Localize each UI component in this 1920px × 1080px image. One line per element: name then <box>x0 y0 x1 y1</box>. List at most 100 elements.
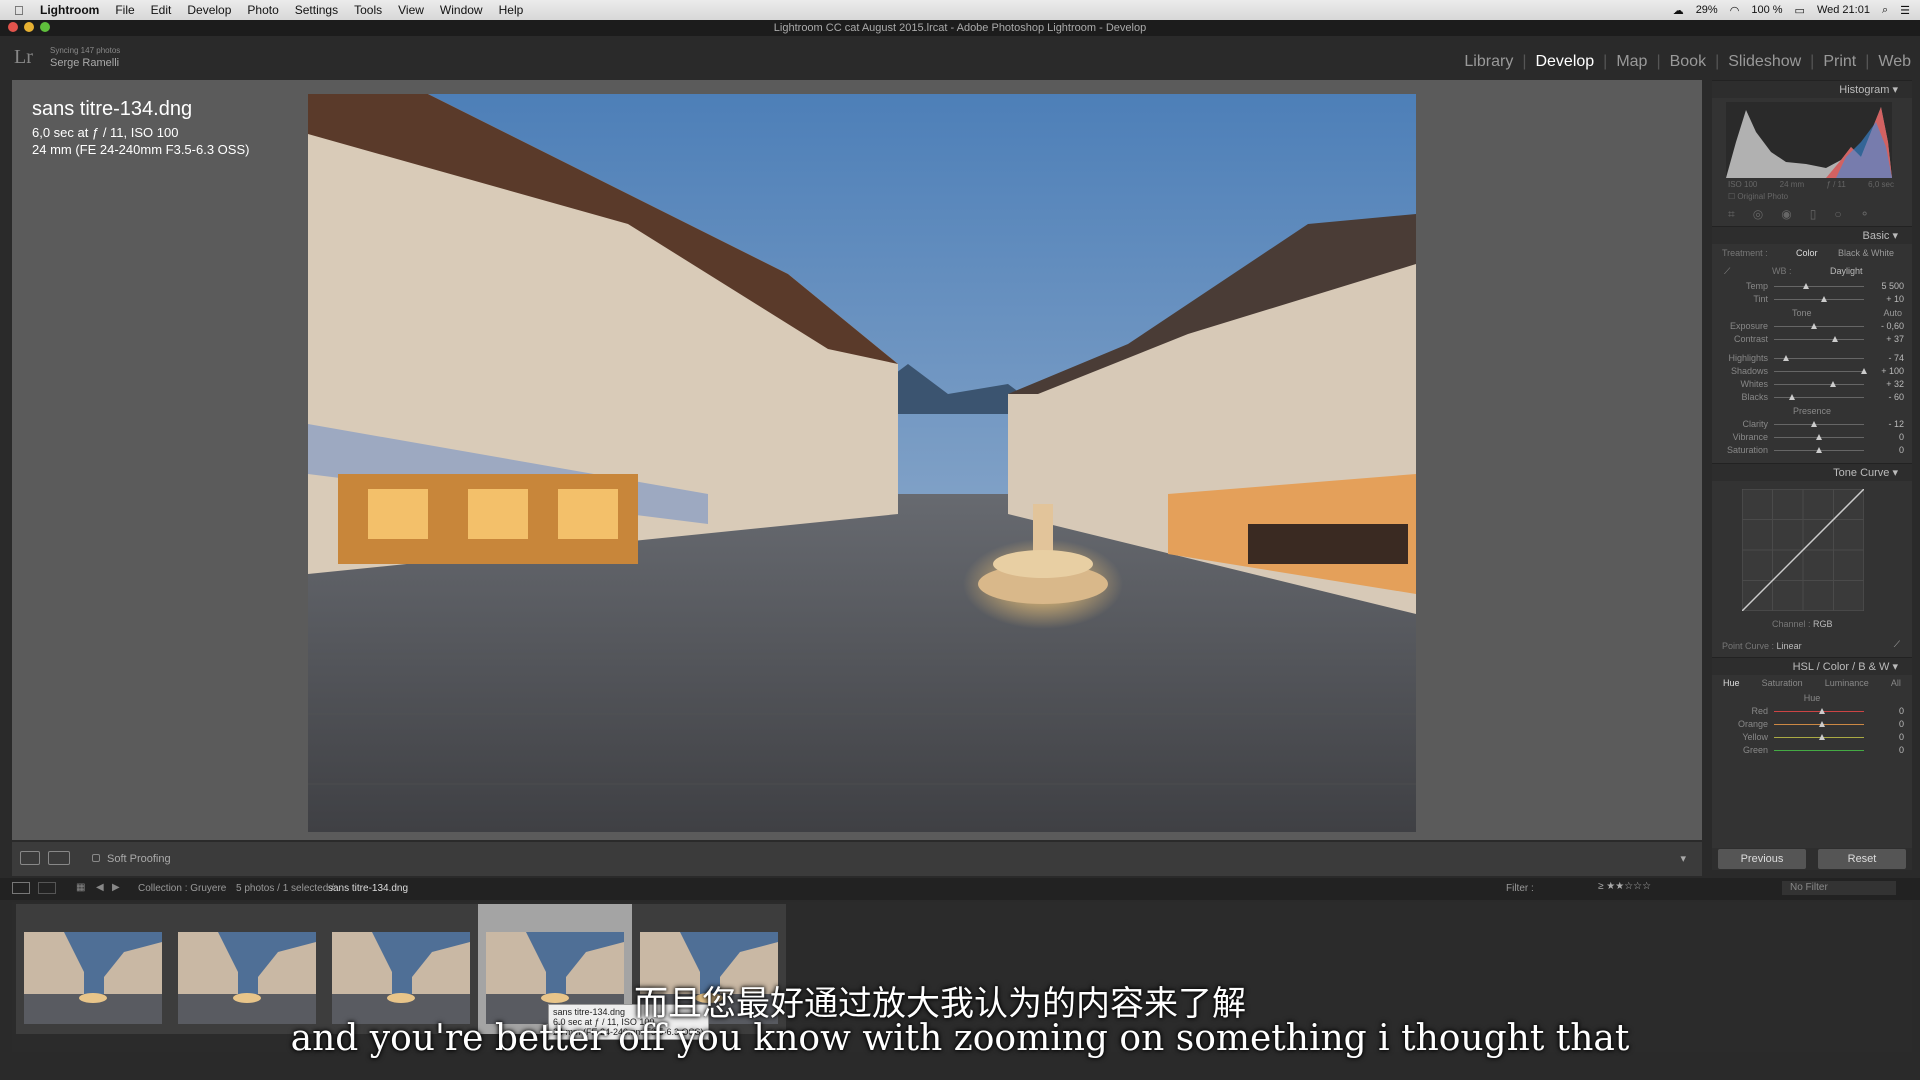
clarity-value[interactable]: - 12 <box>1888 418 1904 431</box>
slider-knob[interactable] <box>1819 721 1825 727</box>
hsl-title[interactable]: HSL <box>1793 661 1814 673</box>
shadows-slider[interactable]: Shadows + 100 <box>1712 365 1912 378</box>
hsl-tab-all[interactable]: All <box>1891 675 1901 691</box>
filter-preset-select[interactable]: No Filter <box>1782 881 1896 895</box>
rating-filter-stars-icon[interactable]: ≥ ★★☆☆☆ <box>1598 881 1651 892</box>
collection-name[interactable]: Collection : Gruyere <box>138 883 226 894</box>
module-develop[interactable]: Develop <box>1526 53 1603 71</box>
hsl-red-slider[interactable]: Red 0 <box>1712 705 1912 718</box>
menu-window[interactable]: Window <box>432 3 491 17</box>
bw-title[interactable]: B & W <box>1858 661 1889 673</box>
previous-button[interactable]: Previous <box>1718 849 1806 869</box>
second-window-icon[interactable] <box>38 882 56 894</box>
saturation-slider[interactable]: Saturation 0 <box>1712 444 1912 457</box>
selected-filename[interactable]: sans titre-134.dng <box>328 883 408 894</box>
module-web[interactable]: Web <box>1869 53 1920 71</box>
menu-edit[interactable]: Edit <box>143 3 180 17</box>
wb-preset-select[interactable]: Daylight <box>1830 262 1863 280</box>
red-eye-icon[interactable]: ◉ <box>1781 207 1791 221</box>
vibrance-slider[interactable]: Vibrance 0 <box>1712 431 1912 444</box>
hsl-red-value[interactable]: 0 <box>1899 705 1904 718</box>
slider-knob[interactable] <box>1789 394 1795 400</box>
slider-knob[interactable] <box>1819 734 1825 740</box>
radial-filter-icon[interactable]: ○ <box>1834 207 1841 221</box>
blacks-value[interactable]: - 60 <box>1888 391 1904 404</box>
slider-knob[interactable] <box>1819 708 1825 714</box>
back-arrow-icon[interactable]: ◀ <box>96 882 104 893</box>
highlights-value[interactable]: - 74 <box>1888 352 1904 365</box>
module-map[interactable]: Map <box>1607 53 1656 71</box>
hsl-orange-value[interactable]: 0 <box>1899 718 1904 731</box>
slider-knob[interactable] <box>1820 296 1827 302</box>
color-title[interactable]: Color <box>1823 661 1849 673</box>
graduated-filter-icon[interactable]: ▯ <box>1810 207 1817 221</box>
menu-app-name[interactable]: Lightroom <box>32 3 107 17</box>
tint-slider[interactable]: Tint + 10 <box>1712 293 1912 306</box>
basic-header[interactable]: Basic ▾ <box>1712 226 1912 244</box>
histogram-graph[interactable] <box>1726 102 1892 178</box>
sync-status[interactable]: Syncing 147 photos <box>50 46 120 55</box>
adjustment-brush-icon[interactable]: ⚬ <box>1860 207 1870 221</box>
develop-canvas[interactable]: sans titre-134.dng 6,0 sec at ƒ / 11, IS… <box>12 80 1702 840</box>
hsl-yellow-value[interactable]: 0 <box>1899 731 1904 744</box>
original-photo-checkbox[interactable]: ☐ Original Photo <box>1728 192 1788 201</box>
minimize-window-icon[interactable] <box>24 22 34 32</box>
module-slideshow[interactable]: Slideshow <box>1719 53 1810 71</box>
highlights-slider[interactable]: Highlights - 74 <box>1712 352 1912 365</box>
cloud-icon[interactable]: ☁ <box>1673 4 1684 17</box>
wifi-icon[interactable]: ◠ <box>1730 4 1740 17</box>
slider-knob[interactable] <box>1861 368 1867 374</box>
hsl-tab-hue[interactable]: Hue <box>1723 675 1740 691</box>
hsl-orange-slider[interactable]: Orange 0 <box>1712 718 1912 731</box>
battery-icon[interactable]: ▭ <box>1795 4 1805 17</box>
hsl-tab-luminance[interactable]: Luminance <box>1825 675 1869 691</box>
whites-slider[interactable]: Whites + 32 <box>1712 378 1912 391</box>
slider-knob[interactable] <box>1810 323 1817 329</box>
slider-knob[interactable] <box>1782 355 1789 361</box>
main-window-icon[interactable] <box>12 882 30 894</box>
menu-tools[interactable]: Tools <box>346 3 390 17</box>
tone-curve-graph[interactable] <box>1742 489 1864 611</box>
zoom-window-icon[interactable] <box>40 22 50 32</box>
auto-tone-button[interactable]: Auto <box>1883 306 1902 320</box>
reset-button[interactable]: Reset <box>1818 849 1906 869</box>
exposure-slider[interactable]: Exposure - 0,60 <box>1712 320 1912 333</box>
tint-value[interactable]: + 10 <box>1886 293 1904 306</box>
menu-settings[interactable]: Settings <box>287 3 346 17</box>
forward-arrow-icon[interactable]: ▶ <box>112 882 120 893</box>
module-book[interactable]: Book <box>1661 53 1715 71</box>
hsl-green-slider[interactable]: Green 0 <box>1712 744 1912 754</box>
contrast-value[interactable]: + 37 <box>1886 333 1904 346</box>
close-window-icon[interactable] <box>8 22 18 32</box>
saturation-value[interactable]: 0 <box>1899 444 1904 457</box>
contrast-slider[interactable]: Contrast + 37 <box>1712 333 1912 346</box>
treatment-color-button[interactable]: Color <box>1796 244 1818 262</box>
slider-knob[interactable] <box>1816 447 1822 453</box>
exposure-value[interactable]: - 0,60 <box>1881 320 1904 333</box>
loupe-view-icon[interactable] <box>20 851 40 865</box>
whites-value[interactable]: + 32 <box>1886 378 1904 391</box>
slider-knob[interactable] <box>1802 283 1809 289</box>
slider-knob[interactable] <box>1832 336 1839 342</box>
menu-view[interactable]: View <box>390 3 432 17</box>
slider-knob[interactable] <box>1810 421 1817 427</box>
clock[interactable]: Wed 21:01 <box>1817 4 1870 16</box>
temp-value[interactable]: 5 500 <box>1881 280 1904 293</box>
point-curve-select[interactable]: Linear <box>1777 641 1802 651</box>
crop-tool-icon[interactable]: ⌗ <box>1728 207 1735 222</box>
before-after-icon[interactable] <box>48 851 70 865</box>
toolbar-menu-chevron-icon[interactable]: ▾ <box>1680 852 1686 865</box>
temp-slider[interactable]: Temp 5 500 <box>1712 280 1912 293</box>
module-library[interactable]: Library <box>1455 53 1522 71</box>
hsl-green-value[interactable]: 0 <box>1899 744 1904 754</box>
clarity-slider[interactable]: Clarity - 12 <box>1712 418 1912 431</box>
hsl-tab-saturation[interactable]: Saturation <box>1762 675 1803 691</box>
hsl-header[interactable]: HSL / Color / B & W ▾ <box>1712 657 1912 675</box>
notification-icon[interactable]: ☰ <box>1900 4 1910 17</box>
menu-develop[interactable]: Develop <box>179 3 239 17</box>
histogram-header[interactable]: Histogram ▾ <box>1712 80 1912 98</box>
channel-select[interactable]: RGB <box>1813 619 1833 629</box>
blacks-slider[interactable]: Blacks - 60 <box>1712 391 1912 404</box>
spot-removal-icon[interactable]: ◎ <box>1753 207 1763 221</box>
tone-curve-header[interactable]: Tone Curve ▾ <box>1712 463 1912 481</box>
